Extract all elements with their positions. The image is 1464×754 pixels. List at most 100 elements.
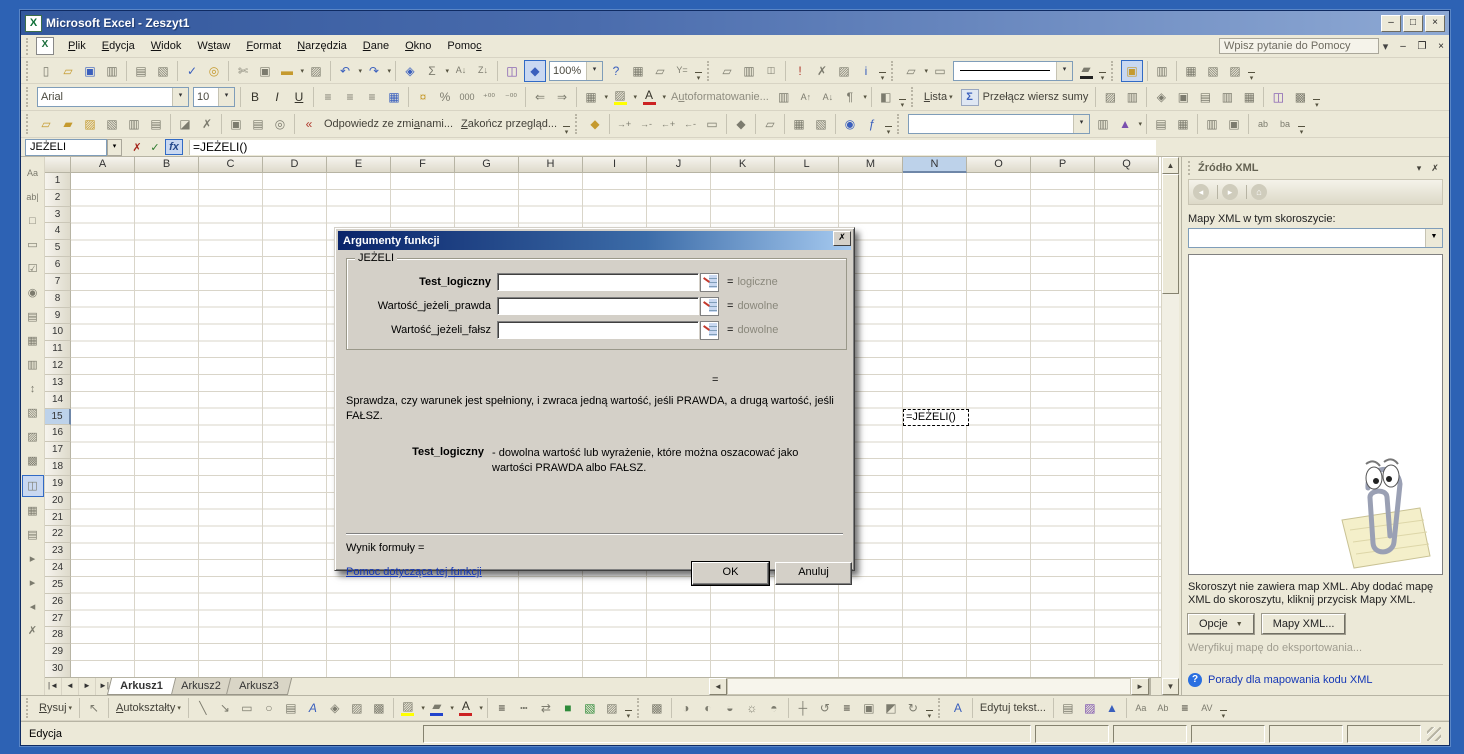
toolbar-grip[interactable] <box>636 698 643 718</box>
menu-item-pomoc[interactable]: Pomoc <box>439 37 489 55</box>
row-header-2[interactable]: 2 <box>45 189 71 207</box>
task-pane-close-icon[interactable]: ✗ <box>1427 163 1443 174</box>
menu-item-plik[interactable]: Plik <box>60 37 94 55</box>
list-menu-button[interactable]: Lista ▾ <box>920 89 957 105</box>
rotate-left-button[interactable]: ↺ <box>815 698 835 718</box>
title-bar[interactable]: X Microsoft Excel - Zeszyt1 – □ × <box>21 11 1449 35</box>
forms-label-button[interactable]: Aa <box>23 163 43 183</box>
menu-item-okno[interactable]: Okno <box>397 37 439 55</box>
forms-option-button-button[interactable]: ◉ <box>23 283 43 303</box>
paste-button[interactable]: ▬ ▾ <box>277 61 304 81</box>
column-header-g[interactable]: G <box>455 157 519 173</box>
resize-list-button[interactable]: ▨ <box>1100 87 1120 107</box>
edit-comment-button[interactable]: ▱ <box>36 114 56 134</box>
first-sheet-button[interactable]: |◄ <box>45 678 62 695</box>
toolbar-grip[interactable] <box>26 87 32 107</box>
format-picture-button[interactable]: ◩ <box>881 698 901 718</box>
more-brightness-button[interactable]: ☼ <box>742 698 762 718</box>
edit-query-button[interactable]: ▱ <box>717 61 737 81</box>
forms-list-box-button[interactable]: ▤ <box>23 307 43 327</box>
column-header-i[interactable]: I <box>583 157 647 173</box>
protect-sheet-button[interactable]: ▥ <box>1152 61 1172 81</box>
wordart-alignment-button[interactable]: ≡ <box>1175 698 1195 718</box>
toggle-grid-button[interactable]: ◫ <box>21 475 44 497</box>
refresh-status-button[interactable]: ! <box>790 61 810 81</box>
column-header-q[interactable]: Q <box>1095 157 1159 173</box>
format-wordart-button[interactable]: ▨ <box>1080 698 1100 718</box>
cancel-formula-button[interactable]: ✗ <box>129 141 145 154</box>
row-header-6[interactable]: 6 <box>45 257 71 274</box>
row-header-16[interactable]: 16 <box>45 425 71 443</box>
column-header-h[interactable]: H <box>519 157 583 173</box>
window-resize-grip[interactable] <box>1427 726 1441 741</box>
rotate-text-down-icon[interactable]: ab <box>1253 114 1273 134</box>
insert-function-button[interactable]: fx <box>165 139 183 155</box>
threed-style-button[interactable]: ▧ <box>580 698 600 718</box>
select-objects-button[interactable]: ↖ <box>84 698 104 718</box>
less-contrast-button[interactable]: ◒ <box>720 698 740 718</box>
xml-maps-button[interactable]: Mapy XML... <box>1260 613 1347 635</box>
scroll-up-icon[interactable]: ▲ <box>1162 157 1179 174</box>
line-style-combo[interactable]: ▾ <box>953 60 1073 81</box>
row-header-27[interactable]: 27 <box>45 610 71 628</box>
new-comment-button[interactable]: ▱ <box>760 114 780 134</box>
end-review-button[interactable]: Zakończ przegląd... <box>457 116 561 132</box>
crop-button[interactable]: ┼ <box>793 698 813 718</box>
open-button[interactable]: ▱ <box>58 61 78 81</box>
back-button[interactable]: ◂ <box>23 597 43 617</box>
row-header-30[interactable]: 30 <box>45 661 71 678</box>
row-header-20[interactable]: 20 <box>45 492 71 510</box>
increase-font-button[interactable]: A↑ <box>796 87 816 107</box>
next-sheet-button[interactable]: ► <box>79 678 96 695</box>
oval-button[interactable]: ○ <box>259 698 279 718</box>
workbook-minimize-button[interactable]: – <box>1395 41 1411 52</box>
row-header-18[interactable]: 18 <box>45 459 71 476</box>
column-header-j[interactable]: J <box>647 157 711 173</box>
thousands-separator-button[interactable]: 000 <box>457 87 477 107</box>
xml-maps-combo[interactable]: ▼ <box>1188 228 1443 248</box>
wordart-gallery-button[interactable]: ▤ <box>1058 698 1078 718</box>
protect-workbook-button[interactable]: ▦ <box>1181 61 1201 81</box>
show-all-comments-button[interactable]: ▥ <box>124 114 144 134</box>
wordart-gallery-icon[interactable]: A <box>948 698 968 718</box>
undo-button[interactable]: ↶ ▾ <box>335 61 362 81</box>
unlink-list-button[interactable]: ▤ <box>1195 87 1215 107</box>
picture-button[interactable]: ▩ <box>647 698 667 718</box>
arrow-style-button[interactable]: ⇄ <box>536 698 556 718</box>
tablet-button[interactable]: ▦ <box>628 61 648 81</box>
menu-grip[interactable] <box>26 37 33 55</box>
toolbar-options-icon[interactable]: ▾ <box>1097 58 1108 83</box>
ask-help-input[interactable]: Wpisz pytanie do Pomocy <box>1219 38 1379 54</box>
snap-to-grid-button[interactable]: ▤ <box>23 525 43 545</box>
align-right-button[interactable]: ≡ <box>362 87 382 107</box>
select-multiple-button[interactable]: ▨ <box>602 698 622 718</box>
color-mode-button[interactable]: ◑ <box>676 698 696 718</box>
field-settings-button[interactable]: ▤ <box>1151 114 1171 134</box>
chart-wizard-button[interactable]: ◫ <box>502 61 522 81</box>
pivot-table-button[interactable]: ▥ <box>1093 114 1113 134</box>
decrease-decimal-button[interactable]: ⁻⁰⁰ <box>501 87 521 107</box>
wordart-vertical-text-button[interactable]: Ab <box>1153 698 1173 718</box>
name-box-dropdown-icon[interactable]: ▾ <box>107 138 122 156</box>
line-style-button[interactable]: ≡ <box>492 698 512 718</box>
previous-comment-button[interactable]: ▰ <box>58 114 78 134</box>
column-header-c[interactable]: C <box>199 157 263 173</box>
back-icon[interactable]: ◂ <box>1193 184 1209 200</box>
forward-button[interactable]: ▸ <box>23 549 43 569</box>
print-list-button[interactable]: ▩ <box>1290 87 1310 107</box>
toolbar-options-icon[interactable]: ▾ <box>1246 58 1257 83</box>
increase-decimal-button[interactable]: ⁺⁰⁰ <box>479 87 499 107</box>
cancel-button[interactable]: Anuluj <box>775 562 852 585</box>
print-preview-button[interactable]: ▧ <box>153 61 173 81</box>
arrow-button[interactable]: ↘ <box>215 698 235 718</box>
play-button[interactable]: ▸ <box>23 573 43 593</box>
shadow-style-button[interactable]: ■ <box>558 698 578 718</box>
error-checking-button[interactable]: ◆ <box>585 114 605 134</box>
next-comment-button[interactable]: ▨ <box>80 114 100 134</box>
menu-item-widok[interactable]: Widok <box>143 37 190 55</box>
forms-edit-box-button[interactable]: ab| <box>23 187 43 207</box>
pivot-field-combo[interactable]: ▾ <box>908 114 1091 134</box>
sort-ascending-button[interactable]: A↓ <box>451 61 471 81</box>
active-cell-n15[interactable]: =JEŻELI() <box>903 409 969 426</box>
horizontal-scroll-track[interactable] <box>727 678 1131 695</box>
